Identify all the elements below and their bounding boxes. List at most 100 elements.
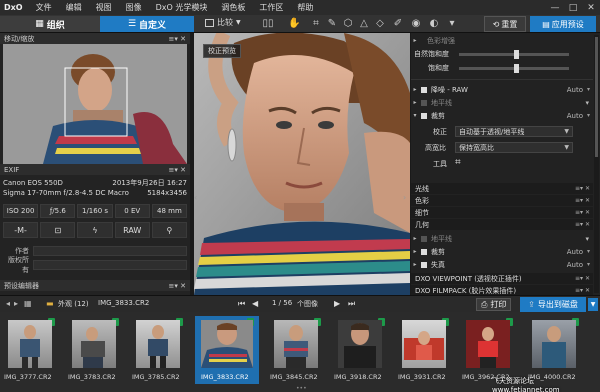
chevron-down-icon: ▼ bbox=[564, 128, 569, 135]
last-image-icon[interactable]: ⏭ bbox=[348, 299, 355, 309]
first-image-icon[interactable]: ⏮ bbox=[238, 299, 245, 309]
crop-icon[interactable]: ⌗ bbox=[310, 18, 322, 30]
thumbnail-selected[interactable]: IMG_3833.CR2 bbox=[195, 316, 259, 384]
horizon-row[interactable]: ▸ 地平线 ▾ bbox=[411, 97, 593, 108]
export-button[interactable]: ⇪ 导出到磁盘 bbox=[520, 297, 586, 312]
copyright-field[interactable] bbox=[33, 260, 187, 270]
perspective-icon[interactable]: ⬡ bbox=[342, 18, 354, 30]
eyedropper-icon[interactable]: ✎ bbox=[326, 18, 338, 30]
section-detail[interactable]: 细节 ≡▾ ✕ bbox=[411, 207, 593, 218]
crop2-row[interactable]: ▸ 裁剪 Auto ▾ bbox=[411, 246, 593, 257]
compare-button[interactable]: 比较 ▼ bbox=[205, 17, 241, 28]
saturation-knob[interactable] bbox=[514, 64, 519, 73]
horizon2-menu-icon[interactable]: ▾ bbox=[585, 235, 593, 243]
export-dropdown-icon[interactable]: ▼ bbox=[588, 298, 598, 311]
thumbnail[interactable]: IMG_3777.CR2 bbox=[4, 316, 58, 384]
section-filmpack[interactable]: DXO FILMPACK (胶片效果插件) ≡▾ ✕ bbox=[411, 285, 593, 295]
panel-menu-icon[interactable]: ≡▾ ✕ bbox=[169, 35, 186, 43]
crop-tool-icon[interactable]: ⌗ bbox=[455, 157, 461, 168]
maximize-button[interactable]: □ bbox=[564, 3, 582, 13]
panel-menu-icon-exif[interactable]: ≡▾ ✕ bbox=[169, 166, 186, 174]
chevron-down-icon[interactable]: ▾ bbox=[587, 248, 593, 255]
section-menu-icon[interactable]: ≡▾ ✕ bbox=[575, 275, 593, 282]
thumbnail[interactable]: IMG_3845.CR2 bbox=[270, 316, 324, 384]
chevron-down-icon[interactable]: ▾ bbox=[587, 86, 593, 93]
distortion-checkbox[interactable] bbox=[421, 261, 427, 268]
section-menu-icon[interactable]: ≡▾ ✕ bbox=[575, 209, 593, 216]
author-field[interactable] bbox=[33, 246, 187, 256]
section-viewpoint[interactable]: DXO VIEWPOINT (透视校正插件) ≡▾ ✕ bbox=[411, 273, 593, 284]
aspect-select[interactable]: 保持宽高比 ▼ bbox=[455, 142, 573, 153]
filmstrip-resize-handle[interactable]: ••• bbox=[296, 385, 307, 392]
section-color[interactable]: 色彩 ≡▾ ✕ bbox=[411, 195, 593, 206]
tab-customize[interactable]: ☰ 自定义 bbox=[100, 16, 194, 32]
reset-button[interactable]: ⟲ 重置 bbox=[484, 16, 526, 32]
minimize-button[interactable]: — bbox=[546, 3, 564, 13]
saturation-slider[interactable] bbox=[459, 64, 569, 73]
horizon2-checkbox[interactable] bbox=[421, 235, 427, 242]
tab-organize[interactable]: ▦ 组织 bbox=[0, 16, 100, 32]
correction-select[interactable]: 自动基于透视/地平线 ▼ bbox=[455, 126, 573, 137]
chevron-down-icon-2[interactable]: ▾ bbox=[446, 18, 458, 30]
apply-preset-button[interactable]: ▤ 应用预设 bbox=[530, 16, 596, 32]
hierarchy-icon[interactable]: ◂ bbox=[6, 299, 10, 308]
section-menu-icon[interactable]: ≡▾ ✕ bbox=[575, 185, 593, 192]
correction-preview-tag[interactable]: 校正预览 bbox=[203, 44, 241, 58]
print-button[interactable]: ⎙ 打印 bbox=[476, 298, 512, 311]
section-menu-icon[interactable]: ≡▾ ✕ bbox=[575, 287, 593, 294]
distortion-row[interactable]: ▸ 失真 Auto ▾ bbox=[411, 259, 593, 270]
menu-help[interactable]: 帮助 bbox=[290, 2, 320, 13]
next-image-icon[interactable]: ▶ bbox=[334, 299, 340, 308]
menu-palette[interactable]: 调色板 bbox=[214, 2, 252, 13]
menu-image[interactable]: 图像 bbox=[119, 2, 149, 13]
section-menu-icon[interactable]: ≡▾ ✕ bbox=[575, 221, 593, 228]
natural-saturation-slider[interactable] bbox=[459, 50, 569, 59]
chevron-down-icon[interactable]: ▾ bbox=[587, 112, 593, 119]
horizon-icon[interactable]: △ bbox=[358, 18, 370, 30]
crop-row[interactable]: ▾ 裁剪 Auto ▾ bbox=[411, 110, 593, 121]
collapse-right-icon[interactable]: › bbox=[403, 193, 406, 202]
collapse-left-icon[interactable]: ‹ bbox=[194, 193, 197, 202]
thumbnail[interactable]: IMG_3918.CR2 bbox=[334, 316, 388, 384]
natural-saturation-knob[interactable] bbox=[514, 50, 519, 59]
sort-icon[interactable]: ▦ bbox=[24, 299, 32, 308]
thumbnail[interactable]: IMG_3785.CR2 bbox=[132, 316, 186, 384]
scrollbar-thumb[interactable] bbox=[595, 37, 598, 157]
image-viewer[interactable]: ‹ › bbox=[194, 33, 410, 295]
panel-menu-icon-preset[interactable]: ≡▾ ✕ bbox=[169, 282, 186, 290]
thumbnail[interactable]: IMG_3931.CR2 bbox=[398, 316, 452, 384]
horizon-menu-icon[interactable]: ▾ bbox=[585, 99, 593, 107]
thumbnail[interactable]: IMG_4000.CR2 bbox=[528, 316, 582, 384]
close-button[interactable]: ✕ bbox=[582, 3, 600, 13]
repair-icon[interactable]: ✐ bbox=[392, 18, 404, 30]
section-menu-icon[interactable]: ≡▾ ✕ bbox=[575, 197, 593, 204]
eye-icon[interactable]: ◉ bbox=[410, 18, 422, 30]
section-light[interactable]: 光线 ≡▾ ✕ bbox=[411, 183, 593, 194]
crop-checkbox[interactable] bbox=[421, 112, 427, 119]
volume-deformation-icon[interactable]: ◇ bbox=[374, 18, 386, 30]
prev-image-icon[interactable]: ◀ bbox=[252, 299, 258, 308]
crop2-checkbox[interactable] bbox=[421, 248, 427, 255]
right-panel-scrollbar[interactable] bbox=[594, 35, 599, 293]
menu-optics[interactable]: DxO 光学模块 bbox=[149, 2, 215, 13]
menu-edit[interactable]: 编辑 bbox=[59, 2, 89, 13]
menu-view[interactable]: 视图 bbox=[89, 2, 119, 13]
horizon2-row[interactable]: ▸ 地平线 ▾ bbox=[411, 233, 593, 244]
navigator-thumbnail[interactable] bbox=[3, 44, 187, 164]
menu-workspace[interactable]: 工作区 bbox=[252, 2, 290, 13]
horizon-checkbox[interactable] bbox=[421, 99, 427, 106]
section-geometry[interactable]: 几何 ≡▾ ✕ bbox=[411, 219, 593, 230]
hand-icon[interactable]: ✋ bbox=[288, 18, 300, 30]
thumbnail-image bbox=[72, 320, 116, 368]
denoise-row[interactable]: ▸ 降噪 - RAW Auto ▾ bbox=[411, 84, 593, 95]
menu-file[interactable]: 文件 bbox=[29, 2, 59, 13]
hierarchy-forward-icon[interactable]: ▸ bbox=[14, 299, 18, 308]
split-view-icon[interactable]: ▯▯ bbox=[262, 18, 274, 30]
denoise-checkbox[interactable] bbox=[421, 86, 427, 93]
thumbnail[interactable]: IMG_3962.CR2 bbox=[462, 316, 516, 384]
brightness-icon[interactable]: ◐ bbox=[428, 18, 440, 30]
chevron-down-icon[interactable]: ▾ bbox=[587, 261, 593, 268]
folder-label[interactable]: 外观 (12) bbox=[58, 299, 89, 309]
color-enhance-row[interactable]: ▸ 色彩增强 bbox=[411, 35, 593, 46]
thumbnail[interactable]: IMG_3783.CR2 bbox=[68, 316, 122, 384]
